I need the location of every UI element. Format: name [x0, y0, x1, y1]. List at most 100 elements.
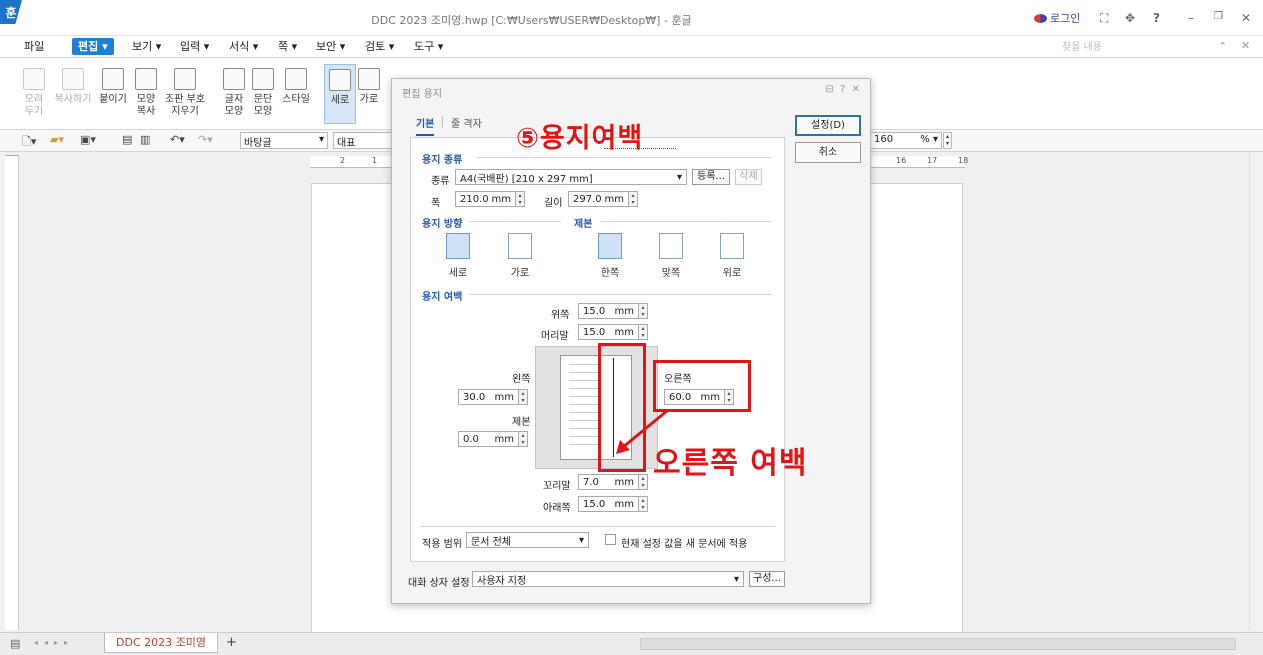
tab-nav-icon[interactable]: ◂◂▸▸ [34, 638, 74, 647]
divider [469, 294, 772, 295]
register-button[interactable]: 등록... [692, 169, 730, 185]
zoom-unit: % [920, 134, 930, 145]
add-tab-button[interactable]: + [226, 635, 237, 650]
apply-new-doc-checkbox[interactable] [605, 534, 616, 545]
header-margin-spinner[interactable]: ▴ ▾ [639, 324, 648, 340]
footer-margin-spinner[interactable]: ▴ ▾ [639, 474, 648, 490]
binding-facing-icon[interactable] [659, 233, 683, 259]
title-bar: 훈 DDC 2023 조미영.hwp [C:₩Users₩USER₩Deskto… [0, 0, 1263, 36]
dialog-setting-select[interactable]: 사용자 지정 ▾ [472, 571, 744, 587]
format-painter-button[interactable]: 모양 복사 [128, 68, 164, 118]
fullscreen-icon[interactable]: ⛶ [1100, 11, 1108, 26]
unit: mm [614, 498, 634, 510]
binding-top-icon[interactable] [720, 233, 744, 259]
collapse-ribbon-icon[interactable]: ⌃ [1218, 40, 1227, 53]
vertical-scrollbar[interactable] [1249, 152, 1263, 630]
bottom-margin-input[interactable]: 15.0 mm [578, 496, 639, 512]
gutter-spinner[interactable]: ▴ ▾ [519, 431, 528, 447]
configure-button[interactable]: 구성... [749, 571, 785, 587]
new-doc-icon[interactable]: 🗋▾ [22, 133, 36, 152]
menu-tools[interactable]: 도구 ▾ [414, 38, 443, 55]
copy-button[interactable]: 복사하기 [53, 68, 93, 106]
dialog-help-icon[interactable]: ? [840, 84, 845, 95]
login-button[interactable]: 로그인 [1034, 10, 1080, 26]
preview-icon[interactable]: ▥ [140, 133, 150, 146]
tab-basic[interactable]: 기본 [416, 115, 435, 136]
gutter-input[interactable]: 0.0 mm [458, 431, 519, 447]
style-button[interactable]: 스타일 [278, 68, 314, 106]
top-margin-label: 위쪽 [551, 310, 570, 321]
save-icon[interactable]: ▣▾ [80, 133, 96, 146]
help-button[interactable]: ? [1153, 11, 1160, 25]
zoom-select[interactable]: 160% ▾ [870, 132, 942, 149]
print-icon[interactable]: ▤ [122, 133, 132, 146]
dialog-close-icon[interactable]: ✕ [852, 84, 860, 95]
menu-edit[interactable]: 편집 ▾ [72, 38, 114, 55]
menu-review[interactable]: 검토 ▾ [365, 38, 394, 55]
portrait-option-icon[interactable] [446, 233, 470, 259]
apply-scope-select[interactable]: 문서 전체 ▾ [466, 532, 589, 548]
landscape-option-icon[interactable] [508, 233, 532, 259]
footer-margin-input[interactable]: 7.0 mm [578, 474, 639, 490]
width-input[interactable]: 210.0 mm [455, 191, 516, 207]
portrait-button[interactable]: 세로 [324, 64, 356, 124]
chevron-down-icon: ▾ [733, 573, 739, 585]
length-input[interactable]: 297.0 mm [568, 191, 629, 207]
para-shape-label: 문단 모양 [253, 94, 273, 117]
close-doc-icon[interactable]: ✕ [1241, 39, 1250, 52]
ruler-tick: 1 [372, 156, 378, 165]
tab-list-icon[interactable]: ▤ [10, 637, 20, 650]
zoom-spinner[interactable]: ▴ ▾ [943, 132, 952, 149]
menu-page[interactable]: 쪽 ▾ [278, 38, 297, 55]
paste-label: 붙이기 [99, 94, 127, 105]
top-margin-input[interactable]: 15.0 mm [578, 303, 639, 319]
horizontal-scrollbar[interactable] [640, 638, 1236, 650]
unit: mm [614, 305, 634, 317]
move-icon[interactable]: ✥ [1125, 11, 1135, 25]
document-tab[interactable]: DDC 2023 조미영 [104, 633, 218, 653]
footer-margin-value: 7.0 [583, 476, 599, 488]
left-margin-input[interactable]: 30.0 mm [458, 389, 519, 405]
dialog-title-icons: ⊟ ? ✕ [825, 84, 860, 95]
cut-button[interactable]: 오려 두기 [16, 68, 52, 118]
minimize-icon[interactable]: – [1188, 11, 1194, 25]
menu-view[interactable]: 보기 ▾ [132, 38, 161, 55]
format-painter-label: 모양 복사 [136, 94, 156, 117]
clear-codes-button[interactable]: 조판 부호 지우기 [163, 68, 207, 118]
top-margin-spinner[interactable]: ▴ ▾ [639, 303, 648, 319]
binding-single-icon[interactable] [598, 233, 622, 259]
font-select[interactable]: 대표 [333, 132, 393, 149]
length-value: 297.0 [573, 193, 602, 205]
width-spinner[interactable]: ▴ ▾ [516, 191, 525, 207]
header-margin-label: 머리말 [541, 331, 569, 342]
dialog-setting-value: 사용자 지정 [477, 575, 527, 587]
restore-icon[interactable]: ❐ [1214, 11, 1223, 22]
unit: mm [491, 193, 511, 205]
menu-file[interactable]: 파일 [24, 38, 44, 55]
close-icon[interactable]: ✕ [1241, 11, 1251, 25]
paper-type-select[interactable]: A4(국배판) [210 x 297 mm] ▾ [455, 169, 687, 185]
dialog-settings-icon[interactable]: ⊟ [825, 84, 833, 95]
para-shape-button[interactable]: 문단 모양 [245, 68, 281, 118]
header-margin-value: 15.0 [583, 326, 606, 338]
style-select[interactable]: 바탕글 ▾ [240, 132, 328, 149]
ok-button[interactable]: 설정(D) [795, 115, 861, 136]
menu-security[interactable]: 보안 ▾ [316, 38, 345, 55]
header-margin-input[interactable]: 15.0 mm [578, 324, 639, 340]
paste-button[interactable]: 붙이기 [95, 68, 131, 106]
delete-button[interactable]: 삭제 [735, 169, 762, 185]
redo-icon[interactable]: ↷▾ [198, 133, 213, 146]
left-margin-spinner[interactable]: ▴ ▾ [519, 389, 528, 405]
tab-grid[interactable]: 줄 격자 [451, 115, 482, 130]
menu-input-label: 입력 [180, 40, 201, 53]
menu-format[interactable]: 서식 ▾ [229, 38, 258, 55]
menu-input[interactable]: 입력 ▾ [180, 38, 209, 55]
landscape-button[interactable]: 가로 [353, 68, 385, 106]
open-folder-icon[interactable]: ▰▾ [50, 133, 64, 146]
cancel-button[interactable]: 취소 [795, 142, 861, 163]
bottom-margin-spinner[interactable]: ▴ ▾ [639, 496, 648, 512]
length-spinner[interactable]: ▴ ▾ [629, 191, 638, 207]
clear-codes-icon [174, 68, 196, 90]
undo-icon[interactable]: ↶▾ [170, 133, 185, 146]
search-input[interactable]: 찾을 내용 [1062, 38, 1202, 54]
